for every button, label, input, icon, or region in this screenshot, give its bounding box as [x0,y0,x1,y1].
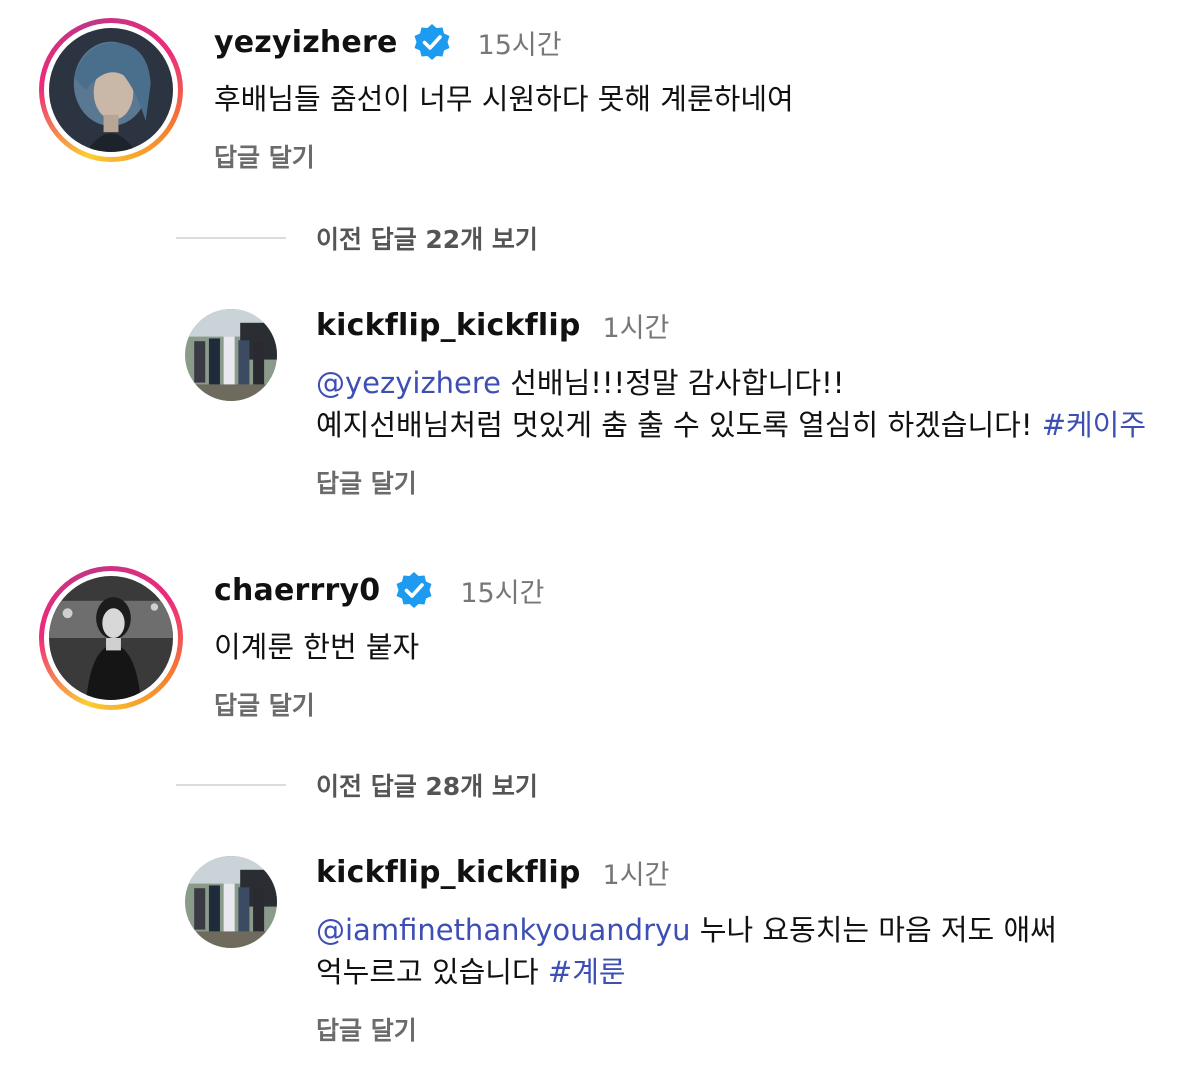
reply-text-segment: 선배님!!!정말 감사합니다!! [501,366,845,400]
reply-button[interactable]: 답글 달기 [214,138,315,174]
username[interactable]: yezyizhere [214,25,398,60]
comment-header: chaerrry0 15시간 [214,570,544,610]
reply-header: kickflip_kickflip 1시간 [316,853,669,892]
avatar[interactable] [185,856,277,948]
comment-time: 15시간 [460,577,545,609]
avatar [49,576,173,700]
reply-button[interactable]: 답글 달기 [214,686,315,722]
avatar[interactable] [185,309,277,401]
reply-button[interactable]: 답글 달기 [316,464,417,500]
reply-header: kickflip_kickflip 1시간 [316,306,669,345]
view-previous-replies-button[interactable]: 이전 답글 22개 보기 [176,220,538,256]
username[interactable]: kickflip_kickflip [316,308,581,343]
username[interactable]: chaerrry0 [214,573,380,608]
reply-text-line-2: 억누르고 있습니다 #계룬 [316,951,626,993]
reply-text-segment: 억누르고 있습니다 [316,955,548,989]
verified-badge-icon [412,22,452,62]
comment-text: 후배님들 줌선이 너무 시원하다 못해 계룬하네여 [214,82,794,116]
reply-text-segment: 누나 요동치는 마음 저도 애써 [690,913,1057,947]
reply-text-line-2: 예지선배님처럼 멋있게 춤 출 수 있도록 열심히 하겠습니다! #케이주 [316,404,1146,446]
avatar-image [49,576,173,700]
mention-link[interactable]: @yezyizhere [316,366,501,400]
reply-text-line-1: @yezyizhere 선배님!!!정말 감사합니다!! [316,362,844,404]
avatar-story-ring[interactable] [39,566,183,710]
hashtag-link[interactable]: #계룬 [548,955,626,989]
mention-link[interactable]: @iamfinethankyouandryu [316,913,691,947]
reply-time: 1시간 [602,860,670,891]
reply-text-segment: 예지선배님처럼 멋있게 춤 출 수 있도록 열심히 하겠습니다! [316,408,1042,442]
hashtag-link[interactable]: #케이주 [1042,408,1146,442]
comment-text: 이계룬 한번 붙자 [214,630,420,664]
avatar-story-ring[interactable] [39,18,183,162]
reply-time: 1시간 [602,313,670,344]
comment-header: yezyizhere 15시간 [214,22,562,62]
avatar-image [185,856,277,948]
view-previous-replies-label: 이전 답글 28개 보기 [316,772,538,801]
view-previous-replies-button[interactable]: 이전 답글 28개 보기 [176,767,538,803]
reply-button[interactable]: 답글 달기 [316,1011,417,1047]
avatar [49,28,173,152]
divider-line [176,784,286,786]
divider-line [176,237,286,239]
verified-badge-icon [394,570,434,610]
reply-text-line-1: @iamfinethankyouandryu 누나 요동치는 마음 저도 애써 [316,909,1057,951]
avatar-image [185,309,277,401]
avatar-image [49,28,173,152]
username[interactable]: kickflip_kickflip [316,855,581,890]
comment-time: 15시간 [477,29,562,61]
view-previous-replies-label: 이전 답글 22개 보기 [316,225,538,254]
